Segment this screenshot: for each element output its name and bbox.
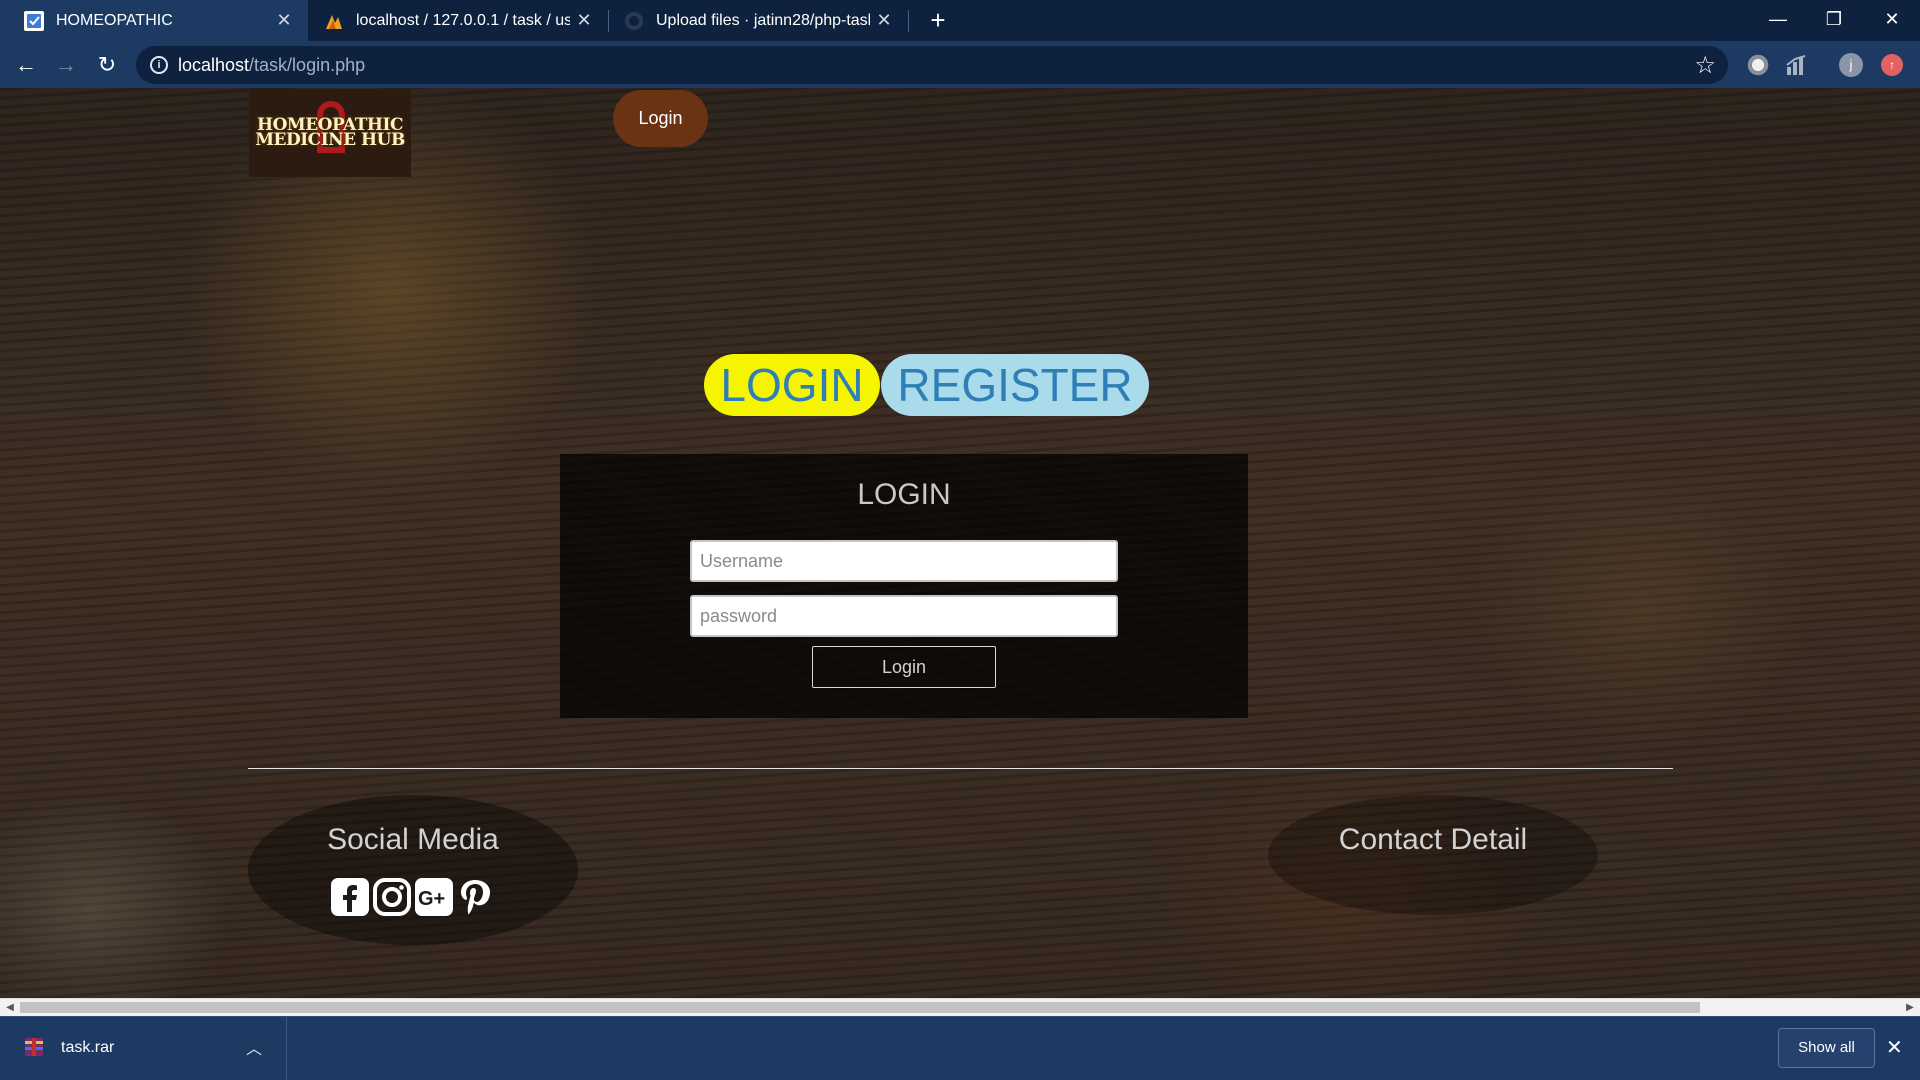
close-tab-icon[interactable]: ✕ xyxy=(570,10,598,31)
tab-title: HOMEOPATHIC xyxy=(56,11,173,29)
login-submit-button[interactable]: Login xyxy=(812,646,996,688)
rar-archive-icon xyxy=(25,1038,43,1056)
tab-homeopathic[interactable]: HOMEOPATHIC ✕ xyxy=(0,0,308,41)
show-all-downloads-button[interactable]: Show all xyxy=(1778,1028,1875,1068)
register-tab-button[interactable]: REGISTER xyxy=(881,354,1149,416)
extension-icon[interactable] xyxy=(1746,53,1770,77)
logo-text-line2: MEDICINE HUB xyxy=(255,130,405,150)
url-text: localhost/task/login.php xyxy=(178,55,365,76)
browser-tab-strip: HOMEOPATHIC ✕ localhost / 127.0.0.1 / ta… xyxy=(0,0,1920,41)
logo-text: HOMEOPATHIC MEDICINE HUB xyxy=(255,117,405,150)
extension-chart-icon[interactable] xyxy=(1785,53,1809,77)
close-downloads-icon[interactable]: ✕ xyxy=(1886,1035,1903,1060)
url-path: /task/login.php xyxy=(249,55,366,75)
download-item[interactable]: task.rar ︿ xyxy=(0,1017,287,1080)
site-logo[interactable]: HOMEOPATHIC MEDICINE HUB xyxy=(249,89,411,177)
back-icon[interactable]: ← xyxy=(10,49,42,81)
homeopathic-favicon xyxy=(24,10,44,31)
downloads-bar: task.rar ︿ Show all ✕ xyxy=(0,1016,1920,1080)
google-plus-icon[interactable]: G+ xyxy=(414,877,453,916)
close-tab-icon[interactable]: ✕ xyxy=(870,10,898,31)
facebook-icon[interactable] xyxy=(330,877,369,916)
address-bar[interactable]: i localhost/task/login.php ☆ xyxy=(136,46,1728,84)
restore-icon[interactable]: ❐ xyxy=(1806,0,1862,41)
tab-separator xyxy=(608,10,609,32)
new-tab-icon[interactable]: + xyxy=(922,4,954,36)
tab-phpmyadmin[interactable]: localhost / 127.0.0.1 / task / user ✕ xyxy=(310,0,608,41)
minimize-icon[interactable]: — xyxy=(1750,0,1806,41)
contact-detail-title: Contact Detail xyxy=(1338,823,1528,856)
tab-title: localhost / 127.0.0.1 / task / user xyxy=(356,11,570,29)
scroll-left-arrow-icon[interactable]: ◀ xyxy=(2,1000,18,1016)
contact-detail-section: Contact Detail xyxy=(1268,795,1598,915)
scrollbar-thumb[interactable] xyxy=(20,1002,1700,1013)
social-media-title: Social Media xyxy=(327,823,499,856)
tab-separator xyxy=(908,10,909,32)
social-icons: G+ xyxy=(330,877,495,916)
page-viewport: HOMEOPATHIC MEDICINE HUB Login LOGIN REG… xyxy=(0,88,1920,998)
download-file-name: task.rar xyxy=(61,1039,115,1056)
profile-initial: j xyxy=(1849,57,1853,72)
close-window-icon[interactable]: ✕ xyxy=(1864,0,1920,41)
tab-github[interactable]: Upload files · jatinn28/php-task ✕ xyxy=(610,0,908,41)
password-input[interactable] xyxy=(690,595,1118,637)
scroll-right-arrow-icon[interactable]: ▶ xyxy=(1902,1000,1918,1016)
instagram-icon[interactable] xyxy=(372,877,411,916)
social-media-section: Social Media G+ xyxy=(248,795,578,945)
footer-divider xyxy=(248,768,1673,769)
bookmark-star-icon[interactable]: ☆ xyxy=(1694,51,1716,80)
pinterest-icon[interactable] xyxy=(456,877,495,916)
site-info-icon[interactable]: i xyxy=(150,56,168,74)
update-icon[interactable]: ↑ xyxy=(1881,54,1903,76)
reload-icon[interactable]: ↻ xyxy=(91,49,123,81)
horizontal-scrollbar[interactable]: ◀ ▶ xyxy=(0,998,1920,1016)
profile-avatar[interactable]: j xyxy=(1839,53,1863,77)
forward-icon[interactable]: → xyxy=(50,49,82,81)
chevron-up-icon[interactable]: ︿ xyxy=(246,1035,262,1059)
nav-login-button[interactable]: Login xyxy=(613,90,708,147)
url-host: localhost xyxy=(178,55,250,75)
close-tab-icon[interactable]: ✕ xyxy=(270,10,298,31)
login-form: LOGIN Login xyxy=(560,454,1248,718)
phpmyadmin-favicon xyxy=(326,14,342,29)
svg-text:G+: G+ xyxy=(418,888,445,910)
login-tab-button[interactable]: LOGIN xyxy=(704,354,880,416)
login-form-title: LOGIN xyxy=(857,478,951,511)
username-input[interactable] xyxy=(690,540,1118,582)
browser-toolbar: ← → ↻ i localhost/task/login.php ☆ j ↑ xyxy=(0,41,1920,88)
github-favicon xyxy=(625,11,643,30)
tab-title: Upload files · jatinn28/php-task xyxy=(656,11,870,29)
